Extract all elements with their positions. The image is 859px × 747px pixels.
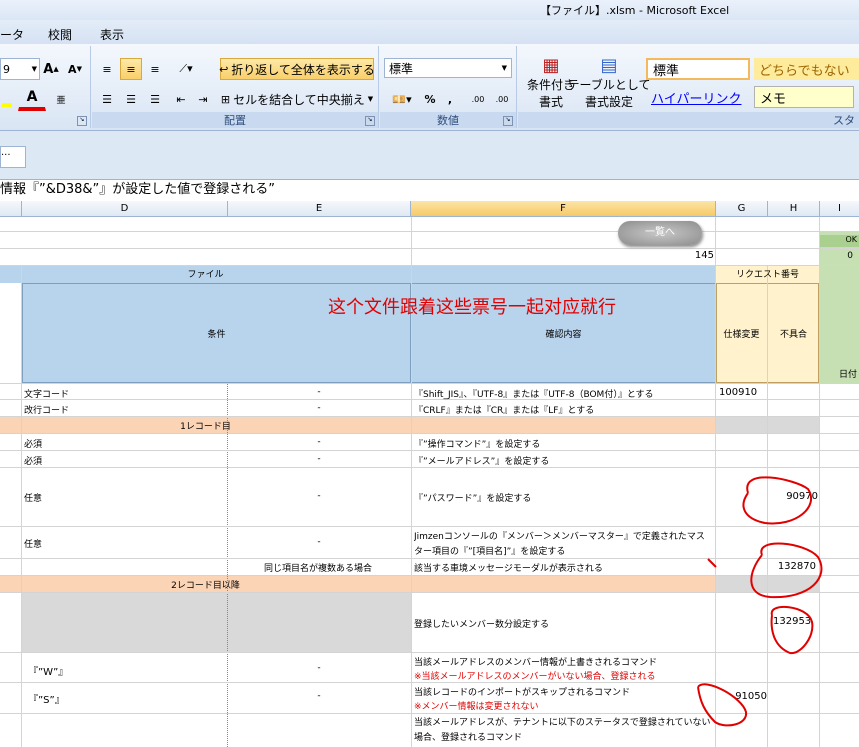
currency-icon[interactable]: 💴▾	[386, 88, 418, 110]
window-title: 【ファイル】.xlsm - Microsoft Excel	[540, 4, 730, 17]
font-size-dropdown[interactable]: 9 ▼	[0, 58, 40, 80]
formula-input[interactable]: 情報『”&D38&”』が設定した値で登録される”	[0, 179, 859, 202]
style-memo[interactable]: メモ	[754, 86, 854, 108]
tab-data[interactable]: ータ	[0, 26, 24, 43]
column-header-h[interactable]: H	[768, 201, 820, 217]
font-size-value: 9	[3, 62, 10, 76]
comma-button[interactable]: ,	[442, 88, 458, 110]
tab-view[interactable]: 表示	[100, 26, 124, 43]
align-top-icon[interactable]: ≡	[96, 58, 118, 80]
circle-132870	[750, 542, 823, 599]
tab-review[interactable]: 校閲	[48, 26, 72, 43]
styles-group-label: スタ	[518, 112, 859, 128]
title-bar: 【ファイル】.xlsm - Microsoft Excel	[0, 0, 859, 20]
ribbon: 9 ▼ A ▲ A ▼ A 亜 ↘ ≡ ≡ ≡ ⟋▾ ↩ 折り返して全体を表示する ☰ …	[0, 44, 859, 131]
phonetic-button[interactable]: 亜	[50, 88, 72, 110]
number-group-label: 数値	[380, 112, 516, 128]
fill-color-button[interactable]	[0, 88, 14, 110]
column-header-f[interactable]: F	[411, 201, 716, 217]
name-box[interactable]: ...	[0, 146, 26, 168]
chevron-down-icon: ▼	[501, 64, 507, 72]
style-hyperlink[interactable]: ハイパーリンク	[646, 86, 750, 108]
alignment-group-label: 配置	[92, 112, 378, 128]
merge-center-button[interactable]: ⊞ セルを結合して中央揃え ▼	[220, 88, 374, 110]
align-middle-icon[interactable]: ≡	[120, 58, 142, 80]
sheet-grid: 一覧へ 145 OK 0 日付 ファイル リクエスト番号 条件 確認内容 仕様変…	[0, 217, 859, 747]
font-color-button[interactable]: A	[18, 86, 46, 111]
column-header-c[interactable]	[0, 201, 22, 217]
align-right-icon[interactable]: ☰	[144, 88, 166, 110]
column-header-e[interactable]: E	[228, 201, 411, 217]
merge-icon: ⊞	[220, 92, 231, 106]
number-group: 標準 ▼ 💴▾ % , .00 .00 数値 ↘	[380, 46, 517, 128]
increase-indent-icon[interactable]: ⇥	[192, 88, 214, 110]
align-center-icon[interactable]: ☰	[120, 88, 142, 110]
wrap-text-button[interactable]: ↩ 折り返して全体を表示する	[219, 58, 375, 80]
format-as-table-button[interactable]: ▤ テーブルとして 書式設定	[568, 50, 651, 114]
table-format-icon: ▤	[600, 54, 618, 76]
align-bottom-icon[interactable]: ≡	[144, 58, 166, 80]
number-format-dropdown[interactable]: 標準 ▼	[384, 58, 512, 78]
alignment-launcher-icon[interactable]: ↘	[365, 116, 375, 126]
font-group: 9 ▼ A ▲ A ▼ A 亜 ↘	[0, 46, 91, 128]
font-launcher-icon[interactable]: ↘	[77, 116, 87, 126]
circle-90970	[742, 476, 813, 525]
orientation-icon[interactable]: ⟋▾	[170, 58, 202, 80]
percent-button[interactable]: %	[420, 88, 440, 110]
chevron-down-icon: ▼	[367, 95, 374, 103]
style-neutral[interactable]: どちらでもない	[754, 58, 859, 80]
wrap-text-icon: ↩	[219, 62, 229, 76]
circle-132953	[770, 605, 814, 655]
alignment-group: ≡ ≡ ≡ ⟋▾ ↩ 折り返して全体を表示する ☰ ☰ ☰ ⇤ ⇥ ⊞ セルを結合し…	[92, 46, 379, 128]
formula-bar-area	[0, 131, 859, 179]
handwritten-circles	[697, 476, 823, 727]
grow-font-button[interactable]: A ▲	[40, 58, 62, 80]
column-header-g[interactable]: G	[716, 201, 768, 217]
ribbon-tabs: ータ 校閲 表示	[0, 20, 859, 44]
style-normal[interactable]: 標準	[646, 58, 750, 80]
decrease-indent-icon[interactable]: ⇤	[170, 88, 192, 110]
shrink-font-button[interactable]: A ▼	[64, 58, 86, 80]
column-header-d[interactable]: D	[22, 201, 228, 217]
styles-group: ▦ 条件付き 書式 ▤ テーブルとして 書式設定 標準 どちらでもない ハイパー…	[518, 46, 859, 128]
align-left-icon[interactable]: ☰	[96, 88, 118, 110]
chevron-down-icon: ▼	[31, 65, 37, 73]
red-tick	[707, 558, 717, 568]
increase-decimal-button[interactable]: .00	[466, 88, 490, 110]
column-header-i[interactable]: I	[820, 201, 859, 217]
circle-91050	[697, 683, 748, 727]
conditional-format-icon: ▦	[542, 54, 560, 76]
decrease-decimal-button[interactable]: .00	[490, 88, 514, 110]
number-launcher-icon[interactable]: ↘	[503, 116, 513, 126]
